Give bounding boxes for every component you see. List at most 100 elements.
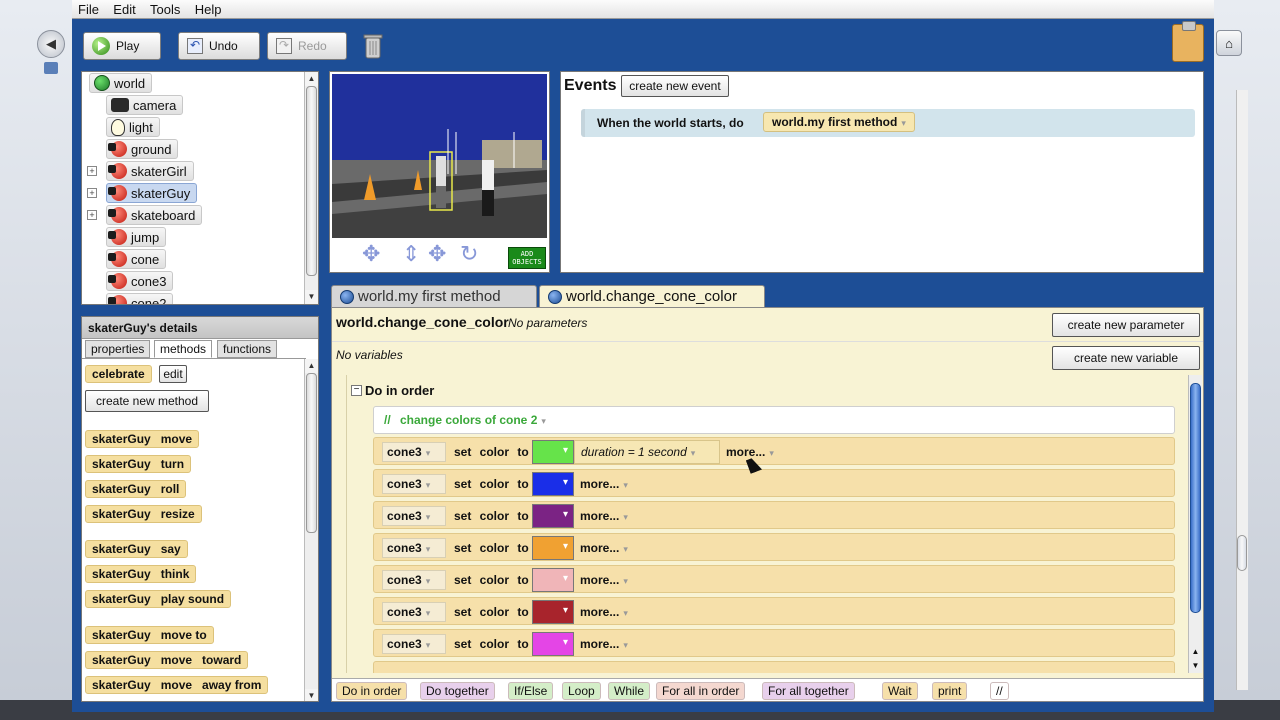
- duration-param[interactable]: duration = 1 second ▾: [574, 440, 720, 464]
- tree-item-skatergirl[interactable]: skaterGirl: [106, 161, 194, 181]
- tree-item-cone2[interactable]: cone2: [106, 293, 174, 304]
- menu-edit[interactable]: Edit: [107, 0, 140, 18]
- do-in-order-block[interactable]: Do in order: [365, 383, 434, 398]
- statement-object[interactable]: cone3 ▾: [382, 570, 446, 590]
- host-scrollbar[interactable]: [1236, 90, 1248, 690]
- scroll-up-icon[interactable]: ▲: [1189, 645, 1202, 659]
- control-loop[interactable]: Loop: [562, 682, 601, 700]
- tree-scrollbar[interactable]: ▲ ▼: [304, 72, 318, 304]
- tree-item-world[interactable]: world: [89, 73, 153, 93]
- more-dropdown[interactable]: more... ▾: [580, 509, 628, 523]
- create-new-parameter-button[interactable]: create new parameter: [1052, 313, 1200, 337]
- statement-row[interactable]: cone3▾ set color to more...▾: [373, 533, 1175, 561]
- control-comment[interactable]: //: [990, 682, 1009, 700]
- camera-rotate-icon[interactable]: ↻: [460, 241, 478, 267]
- camera-pan-icon[interactable]: ✥: [428, 241, 446, 267]
- scroll-up-icon[interactable]: ▲: [305, 359, 318, 373]
- method-tile[interactable]: skaterGuy turn: [85, 455, 192, 473]
- statement-object[interactable]: cone3 ▾: [382, 442, 446, 462]
- editor-scrollbar[interactable]: ▲ ▼: [1188, 375, 1202, 673]
- undo-button[interactable]: ↶ Undo: [178, 32, 260, 60]
- color-swatch[interactable]: [532, 472, 574, 496]
- control-wait[interactable]: Wait: [882, 682, 918, 700]
- statement-row[interactable]: cone3▾ set color to more...▾: [373, 597, 1175, 625]
- tree-item-jump[interactable]: jump: [106, 227, 167, 247]
- create-new-variable-button[interactable]: create new variable: [1052, 346, 1200, 370]
- tree-item-light[interactable]: light: [106, 117, 160, 137]
- color-swatch[interactable]: [532, 632, 574, 656]
- method-tile-celebrate[interactable]: celebrate: [85, 365, 152, 383]
- statement-row[interactable]: cone3▾ set color to more...▾: [373, 565, 1175, 593]
- comment-line[interactable]: // change colors of cone 2 ▾: [373, 406, 1175, 434]
- method-tile[interactable]: skaterGuy resize: [85, 505, 202, 523]
- control-while[interactable]: While: [608, 682, 651, 700]
- control-do-together[interactable]: Do together: [420, 682, 495, 700]
- tab-properties[interactable]: properties: [85, 340, 151, 358]
- statement-row[interactable]: cone3▾ set color to duration = 1 second▾…: [373, 437, 1175, 465]
- expand-icon[interactable]: +: [87, 210, 97, 220]
- control-for-all-in-order[interactable]: For all in order: [656, 682, 746, 700]
- add-objects-button[interactable]: ADD OBJECTS: [508, 247, 546, 269]
- play-button[interactable]: Play: [83, 32, 161, 60]
- tab-change-cone-color[interactable]: world.change_cone_color: [539, 285, 765, 307]
- tab-methods[interactable]: methods: [154, 340, 213, 358]
- bookmark-icon[interactable]: [44, 62, 58, 74]
- more-dropdown[interactable]: more... ▾: [580, 541, 628, 555]
- more-dropdown[interactable]: more... ▾: [580, 605, 628, 619]
- statement-row[interactable]: cone3▾ set color to more...▾: [373, 629, 1175, 657]
- tree-item-ground[interactable]: ground: [106, 139, 179, 159]
- redo-button[interactable]: ↷ Redo: [267, 32, 347, 60]
- statement-object[interactable]: cone3 ▾: [382, 474, 446, 494]
- scroll-up-icon[interactable]: ▲: [305, 72, 318, 86]
- method-tile[interactable]: skaterGuy move: [85, 430, 200, 448]
- statement-row-partial[interactable]: [373, 661, 1175, 673]
- create-new-event-button[interactable]: create new event: [621, 75, 729, 97]
- method-tile[interactable]: skaterGuy move to: [85, 626, 214, 644]
- method-tile[interactable]: skaterGuy say: [85, 540, 188, 558]
- editor-scrollbar-thumb[interactable]: [1190, 383, 1201, 613]
- method-tile[interactable]: skaterGuy move away from: [85, 676, 269, 694]
- scene-render[interactable]: [332, 74, 547, 238]
- control-do-in-order[interactable]: Do in order: [336, 682, 408, 700]
- menu-file[interactable]: File: [72, 0, 104, 18]
- statement-object[interactable]: cone3 ▾: [382, 506, 446, 526]
- dropdown-icon[interactable]: ▾: [901, 114, 906, 132]
- camera-up-down-icon[interactable]: ⇕: [402, 241, 420, 267]
- method-tile[interactable]: skaterGuy move toward: [85, 651, 249, 669]
- statement-row[interactable]: cone3▾ set color to more...▾: [373, 469, 1175, 497]
- clipboard-icon[interactable]: [1172, 21, 1204, 62]
- menu-help[interactable]: Help: [189, 0, 227, 18]
- tab-my-first-method[interactable]: world.my first method: [331, 285, 537, 307]
- statement-object[interactable]: cone3 ▾: [382, 634, 446, 654]
- scroll-down-icon[interactable]: ▼: [305, 689, 318, 701]
- method-tile[interactable]: skaterGuy play sound: [85, 590, 232, 608]
- color-swatch[interactable]: [532, 568, 574, 592]
- tree-scrollbar-thumb[interactable]: [306, 86, 317, 276]
- expand-icon[interactable]: +: [87, 166, 97, 176]
- more-dropdown[interactable]: more... ▾: [580, 573, 628, 587]
- tree-item-cone3[interactable]: cone3: [106, 271, 174, 291]
- tree-item-camera[interactable]: camera: [106, 95, 184, 115]
- statement-row[interactable]: cone3▾ set color to more...▾: [373, 501, 1175, 529]
- tab-functions[interactable]: functions: [217, 340, 278, 358]
- control-if-else[interactable]: If/Else: [508, 682, 554, 700]
- tree-item-skateboard[interactable]: skateboard: [106, 205, 203, 225]
- create-new-method-button[interactable]: create new method: [85, 390, 209, 412]
- edit-method-button[interactable]: edit: [159, 365, 187, 383]
- event-method-pill[interactable]: world.my first method ▾: [763, 112, 915, 132]
- event-row[interactable]: When the world starts, do world.my first…: [581, 109, 1195, 137]
- method-tile[interactable]: skaterGuy think: [85, 565, 197, 583]
- host-scrollbar-thumb[interactable]: [1237, 535, 1247, 571]
- scroll-down-icon[interactable]: ▼: [305, 290, 318, 304]
- statement-object[interactable]: cone3 ▾: [382, 602, 446, 622]
- home-icon[interactable]: ⌂: [1216, 30, 1242, 56]
- tree-item-cone[interactable]: cone: [106, 249, 167, 269]
- scroll-down-icon[interactable]: ▼: [1189, 659, 1202, 673]
- trash-icon[interactable]: [363, 32, 383, 60]
- menu-tools[interactable]: Tools: [144, 0, 185, 18]
- statement-object[interactable]: cone3 ▾: [382, 538, 446, 558]
- collapse-icon[interactable]: −: [351, 385, 362, 396]
- control-print[interactable]: print: [932, 682, 968, 700]
- more-dropdown[interactable]: more... ▾: [726, 445, 774, 459]
- color-swatch[interactable]: [532, 536, 574, 560]
